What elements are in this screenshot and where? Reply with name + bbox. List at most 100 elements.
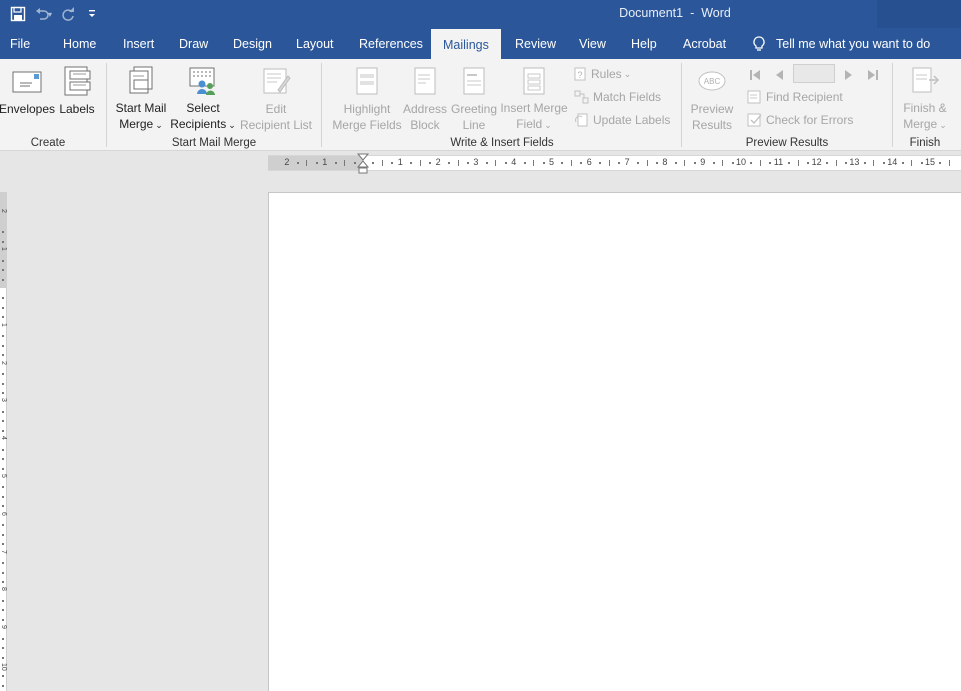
check-errors-label: Check for Errors bbox=[766, 113, 854, 127]
select-recipients-line1: Select bbox=[186, 101, 220, 115]
chevron-down-icon: ⌄ bbox=[228, 120, 236, 130]
match-fields-button[interactable]: Match Fields bbox=[574, 87, 661, 107]
ruler-dot bbox=[334, 162, 337, 164]
ruler-dot bbox=[769, 162, 772, 164]
last-record-icon bbox=[868, 70, 878, 80]
ruler-dot bbox=[2, 467, 4, 470]
ruler-dot bbox=[807, 162, 810, 164]
ruler-tick bbox=[835, 160, 837, 166]
ruler-number: 12 bbox=[811, 157, 822, 167]
vertical-ruler[interactable]: 2 1 1 2 3 4 5 6 7 8 9 10 bbox=[0, 192, 7, 691]
ruler-number: 9 bbox=[0, 625, 7, 630]
preview-results-group-label: Preview Results bbox=[745, 137, 829, 149]
ruler-dot bbox=[2, 684, 4, 687]
ribbon-tab-bar: File Home Insert Draw Design Layout Refe… bbox=[0, 28, 961, 59]
labels-button[interactable]: Labels bbox=[57, 63, 97, 133]
title-bar-corner bbox=[877, 0, 961, 28]
ruler-dot bbox=[2, 486, 4, 489]
finish-line1: Finish & bbox=[903, 101, 947, 115]
ruler-dot bbox=[599, 162, 602, 164]
ruler-tick bbox=[873, 160, 875, 166]
indent-marker-icon[interactable] bbox=[357, 153, 369, 175]
highlight-merge-fields-button[interactable]: Highlight Merge Fields bbox=[328, 63, 406, 133]
ruler-tick bbox=[722, 160, 724, 166]
previous-record-button[interactable] bbox=[770, 66, 788, 84]
ruler-dot bbox=[448, 162, 451, 164]
save-button[interactable] bbox=[6, 2, 30, 26]
greeting-line-button[interactable]: Greeting Line bbox=[450, 63, 498, 133]
undo-button[interactable] bbox=[30, 2, 54, 26]
ruler-dot bbox=[542, 162, 545, 164]
rules-button[interactable]: ? Rules ⌄ bbox=[574, 64, 631, 84]
address-block-button[interactable]: Address Block bbox=[402, 63, 448, 133]
tab-draw[interactable]: Draw bbox=[179, 28, 208, 59]
ruler-dot bbox=[2, 505, 4, 508]
ruler-number: 2 bbox=[284, 157, 290, 167]
finish-merge-button[interactable]: Finish & Merge ⌄ bbox=[896, 63, 954, 133]
tab-references[interactable]: References bbox=[359, 28, 423, 59]
tab-layout[interactable]: Layout bbox=[296, 28, 334, 59]
finish-merge-icon bbox=[912, 67, 940, 92]
ruler-dot bbox=[391, 162, 394, 164]
tab-review[interactable]: Review bbox=[515, 28, 556, 59]
tab-file[interactable]: File bbox=[10, 28, 30, 59]
ruler-number: 10 bbox=[736, 157, 747, 167]
ruler-dot bbox=[2, 448, 4, 451]
ruler-dot bbox=[2, 373, 4, 376]
tab-view[interactable]: View bbox=[579, 28, 606, 59]
ruler-dot bbox=[2, 458, 4, 461]
edit-list-icon bbox=[263, 68, 291, 94]
find-recipient-button[interactable]: Find Recipient bbox=[747, 87, 843, 107]
ruler-dot bbox=[637, 162, 640, 164]
update-labels-label: Update Labels bbox=[593, 113, 671, 127]
edit-recipient-list-button[interactable]: Edit Recipient List bbox=[238, 63, 314, 133]
find-recipient-icon bbox=[747, 90, 761, 104]
tab-help[interactable]: Help bbox=[631, 28, 657, 59]
document-page[interactable] bbox=[268, 192, 961, 691]
update-labels-button[interactable]: Update Labels bbox=[574, 110, 670, 130]
highlight-line1: Highlight bbox=[343, 102, 391, 116]
svg-text:?: ? bbox=[577, 70, 582, 80]
tab-design[interactable]: Design bbox=[233, 28, 272, 59]
preview-results-button[interactable]: ABC Preview Results bbox=[688, 63, 736, 133]
ruler-tick bbox=[684, 160, 686, 166]
envelopes-button[interactable]: Envelopes bbox=[0, 63, 55, 133]
ruler-dot bbox=[2, 240, 4, 243]
find-recipient-label: Find Recipient bbox=[766, 90, 843, 104]
tab-mailings[interactable]: Mailings bbox=[431, 29, 501, 59]
tab-acrobat[interactable]: Acrobat bbox=[683, 28, 726, 59]
ruler-tick bbox=[306, 160, 308, 166]
first-record-button[interactable] bbox=[746, 66, 764, 84]
preview-line1: Preview bbox=[690, 102, 734, 116]
record-number-input[interactable] bbox=[793, 64, 835, 83]
ruler-dot bbox=[2, 316, 4, 319]
check-errors-icon bbox=[747, 113, 762, 127]
tab-home[interactable]: Home bbox=[63, 28, 96, 59]
redo-button[interactable] bbox=[56, 2, 80, 26]
match-fields-icon bbox=[574, 90, 589, 104]
insert-merge-field-button[interactable]: Insert Merge Field ⌄ bbox=[498, 63, 570, 133]
ruler-number: 10 bbox=[0, 663, 7, 671]
customize-toolbar-button[interactable] bbox=[80, 2, 104, 26]
select-recipients-line2: Recipients bbox=[170, 117, 227, 131]
select-recipients-button[interactable]: Select Recipients ⌄ bbox=[170, 63, 236, 133]
insert-field-icon bbox=[523, 67, 545, 94]
last-record-button[interactable] bbox=[864, 66, 882, 84]
ruler-dot bbox=[2, 306, 4, 309]
start-mail-merge-line1: Start Mail bbox=[115, 101, 167, 115]
start-mail-merge-line2: Merge bbox=[119, 117, 154, 131]
start-mail-merge-button[interactable]: Start Mail Merge ⌄ bbox=[112, 63, 170, 133]
ruler-tick bbox=[570, 160, 572, 166]
ruler-dot bbox=[429, 162, 432, 164]
preview-abc-icon: ABC bbox=[698, 71, 726, 91]
tab-insert[interactable]: Insert bbox=[123, 28, 154, 59]
next-record-button[interactable] bbox=[840, 66, 858, 84]
ruler-dot bbox=[844, 162, 847, 164]
ruler-dot bbox=[2, 344, 4, 347]
ruler-dot bbox=[882, 162, 885, 164]
ruler-number: 1 bbox=[0, 247, 7, 252]
horizontal-ruler[interactable]: 2 1 1 2 3 4 5 6 7 8 9 10 11 12 13 14 15 bbox=[268, 153, 961, 174]
ruler-dot bbox=[2, 278, 4, 281]
check-errors-button[interactable]: Check for Errors bbox=[747, 110, 853, 130]
tell-me-search[interactable]: Tell me what you want to do bbox=[752, 28, 930, 59]
